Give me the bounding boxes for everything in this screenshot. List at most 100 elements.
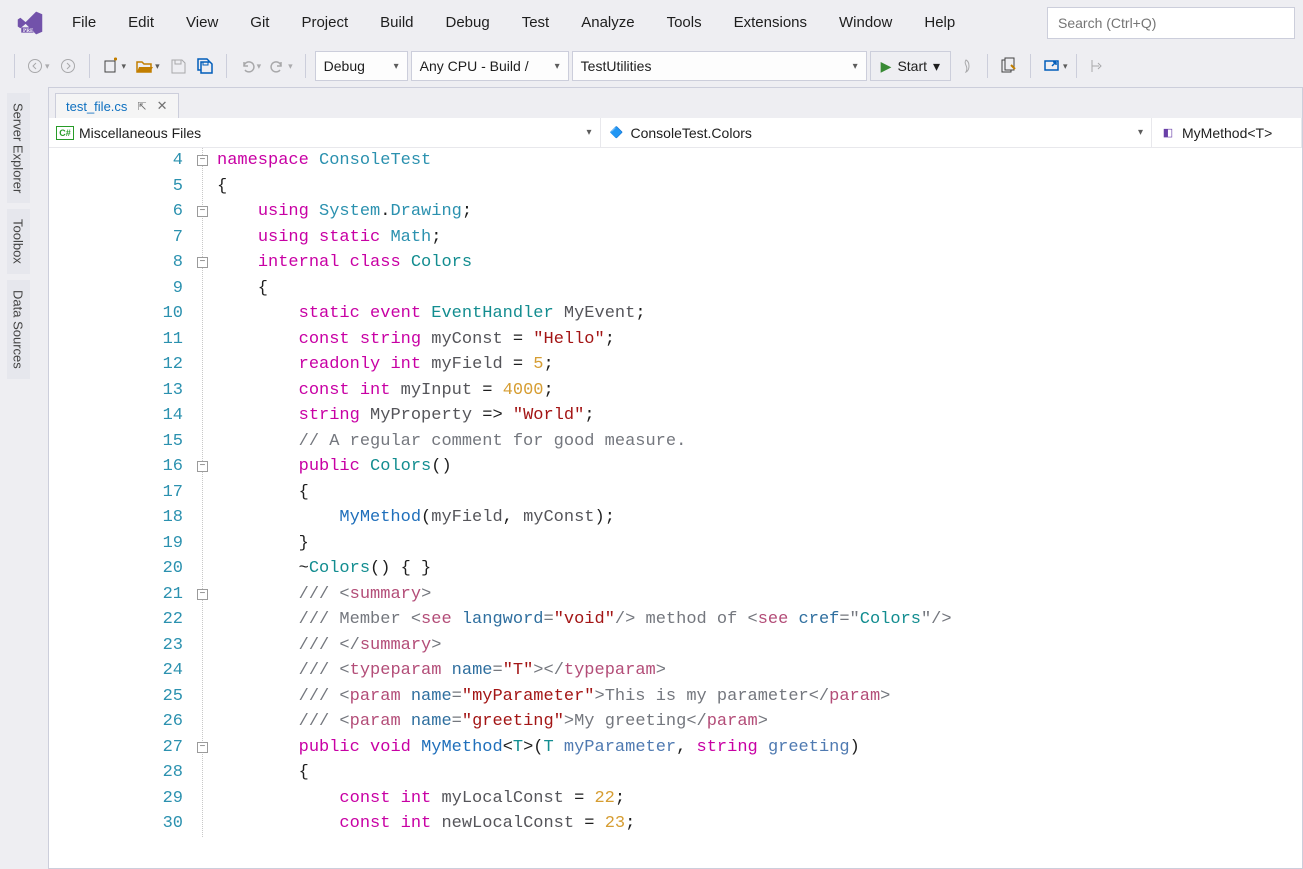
token-kw: int — [390, 355, 421, 374]
menu-item-git[interactable]: Git — [234, 8, 285, 37]
code-line[interactable]: using static Math; — [217, 225, 1302, 251]
code-line[interactable]: } — [217, 531, 1302, 557]
menu-item-analyze[interactable]: Analyze — [565, 8, 650, 37]
code-line[interactable]: { — [217, 480, 1302, 506]
live-share-button[interactable]: ▾ — [1040, 52, 1071, 80]
code-line[interactable]: /// <summary> — [217, 582, 1302, 608]
code-line[interactable]: MyMethod(myField, myConst); — [217, 505, 1302, 531]
token-kw: const — [299, 381, 350, 400]
code-content[interactable]: namespace ConsoleTest{ using System.Draw… — [217, 148, 1302, 837]
code-line[interactable]: const string myConst = "Hello"; — [217, 327, 1302, 353]
search-box[interactable] — [1047, 7, 1295, 39]
token-punct — [217, 406, 299, 425]
nav-member-selector[interactable]: ◧ MyMethod<T> — [1152, 118, 1302, 147]
menu-item-build[interactable]: Build — [364, 8, 429, 37]
code-line[interactable]: /// </summary> — [217, 633, 1302, 659]
code-line[interactable]: { — [217, 276, 1302, 302]
redo-button[interactable]: ▾ — [267, 52, 296, 80]
code-line[interactable]: string MyProperty => "World"; — [217, 403, 1302, 429]
menu-item-extensions[interactable]: Extensions — [718, 8, 823, 37]
sidebar-tab-toolbox[interactable]: Toolbox — [7, 209, 30, 274]
solution-config-selector[interactable]: Debug▾ — [315, 51, 408, 81]
fold-column[interactable]: − − − − − − — [197, 148, 217, 837]
code-line[interactable]: public void MyMethod<T>(T myParameter, s… — [217, 735, 1302, 761]
token-punct: ( — [421, 508, 431, 527]
code-line[interactable]: const int newLocalConst = 23; — [217, 811, 1302, 837]
search-input[interactable] — [1058, 15, 1284, 31]
menu-item-help[interactable]: Help — [908, 8, 971, 37]
code-line[interactable]: internal class Colors — [217, 250, 1302, 276]
new-item-button[interactable]: ▾ — [99, 52, 130, 80]
editor-area: test_file.cs ⇱ ✕ C# Miscellaneous Files … — [48, 87, 1303, 869]
menu-item-debug[interactable]: Debug — [430, 8, 506, 37]
code-line[interactable]: /// <typeparam name="T"></typeparam> — [217, 658, 1302, 684]
fold-toggle[interactable]: − — [197, 206, 208, 217]
pin-icon[interactable]: ⇱ — [137, 100, 146, 113]
save-button[interactable] — [166, 52, 190, 80]
code-line[interactable]: readonly int myField = 5; — [217, 352, 1302, 378]
fold-toggle[interactable]: − — [197, 461, 208, 472]
code-line[interactable]: const int myInput = 4000; — [217, 378, 1302, 404]
code-line[interactable]: static event EventHandler MyEvent; — [217, 301, 1302, 327]
nav-type-label: ConsoleTest.Colors — [631, 125, 752, 141]
code-line[interactable]: using System.Drawing; — [217, 199, 1302, 225]
code-editor[interactable]: 4567891011121314151617181920212223242526… — [49, 148, 1302, 868]
save-all-button[interactable] — [193, 52, 217, 80]
fold-toggle[interactable]: − — [197, 742, 208, 753]
code-line[interactable]: namespace ConsoleTest — [217, 148, 1302, 174]
undo-button[interactable]: ▾ — [236, 52, 265, 80]
code-line[interactable]: /// <param name="greeting">My greeting</… — [217, 709, 1302, 735]
menu-item-file[interactable]: File — [56, 8, 112, 37]
token-field: myConst — [431, 330, 502, 349]
token-doc-elem: param — [829, 687, 880, 706]
token-punct: ; — [584, 406, 594, 425]
code-line[interactable]: const int myLocalConst = 22; — [217, 786, 1302, 812]
find-in-files-button[interactable] — [997, 52, 1021, 80]
token-punct: ; — [635, 304, 645, 323]
code-line[interactable]: /// <param name="myParameter">This is my… — [217, 684, 1302, 710]
menu-item-edit[interactable]: Edit — [112, 8, 170, 37]
code-line[interactable]: ~Colors() { } — [217, 556, 1302, 582]
close-icon[interactable]: ✕ — [157, 98, 168, 114]
token-punct — [309, 202, 319, 221]
nav-type-selector[interactable]: 🔷 ConsoleTest.Colors ▾ — [601, 118, 1153, 147]
token-punct — [554, 304, 564, 323]
token-doc: = — [452, 687, 462, 706]
hot-reload-button[interactable] — [954, 52, 978, 80]
shell: Server Explorer Toolbox Data Sources tes… — [0, 87, 1303, 869]
token-punct — [217, 738, 299, 757]
token-kw: const — [339, 814, 390, 833]
code-line[interactable]: public Colors() — [217, 454, 1302, 480]
file-tab[interactable]: test_file.cs ⇱ ✕ — [55, 93, 179, 118]
solution-platform-selector[interactable]: Any CPU - Build /▾ — [411, 51, 569, 81]
nav-scope-selector[interactable]: C# Miscellaneous Files ▾ — [49, 118, 601, 147]
sidebar-tab-server-explorer[interactable]: Server Explorer — [7, 93, 30, 203]
token-punct: = — [472, 381, 503, 400]
code-line[interactable]: /// Member <see langword="void"/> method… — [217, 607, 1302, 633]
token-doc: ></ — [533, 661, 564, 680]
fold-toggle[interactable]: − — [197, 589, 208, 600]
menu-item-window[interactable]: Window — [823, 8, 908, 37]
menu-item-tools[interactable]: Tools — [651, 8, 718, 37]
nav-back-button[interactable]: ▾ — [24, 52, 53, 80]
token-punct: ; — [544, 355, 554, 374]
code-line[interactable]: // A regular comment for good measure. — [217, 429, 1302, 455]
indent-guides-button[interactable] — [1086, 52, 1110, 80]
token-kw: static — [319, 228, 380, 247]
menu-item-view[interactable]: View — [170, 8, 234, 37]
menu-item-project[interactable]: Project — [285, 8, 364, 37]
token-punct: = — [503, 355, 534, 374]
sidebar-tab-data-sources[interactable]: Data Sources — [7, 280, 30, 379]
start-debug-button[interactable]: ▶Start▾ — [870, 51, 951, 81]
code-line[interactable]: { — [217, 174, 1302, 200]
nav-forward-button[interactable] — [56, 52, 80, 80]
token-punct: { — [217, 763, 309, 782]
fold-toggle[interactable]: − — [197, 257, 208, 268]
fold-toggle[interactable]: − — [197, 155, 208, 166]
menu-item-test[interactable]: Test — [506, 8, 566, 37]
token-kw: readonly — [299, 355, 381, 374]
code-line[interactable]: { — [217, 760, 1302, 786]
startup-project-selector[interactable]: TestUtilities▾ — [572, 51, 867, 81]
line-number: 23 — [49, 633, 183, 659]
open-file-button[interactable]: ▾ — [132, 52, 163, 80]
